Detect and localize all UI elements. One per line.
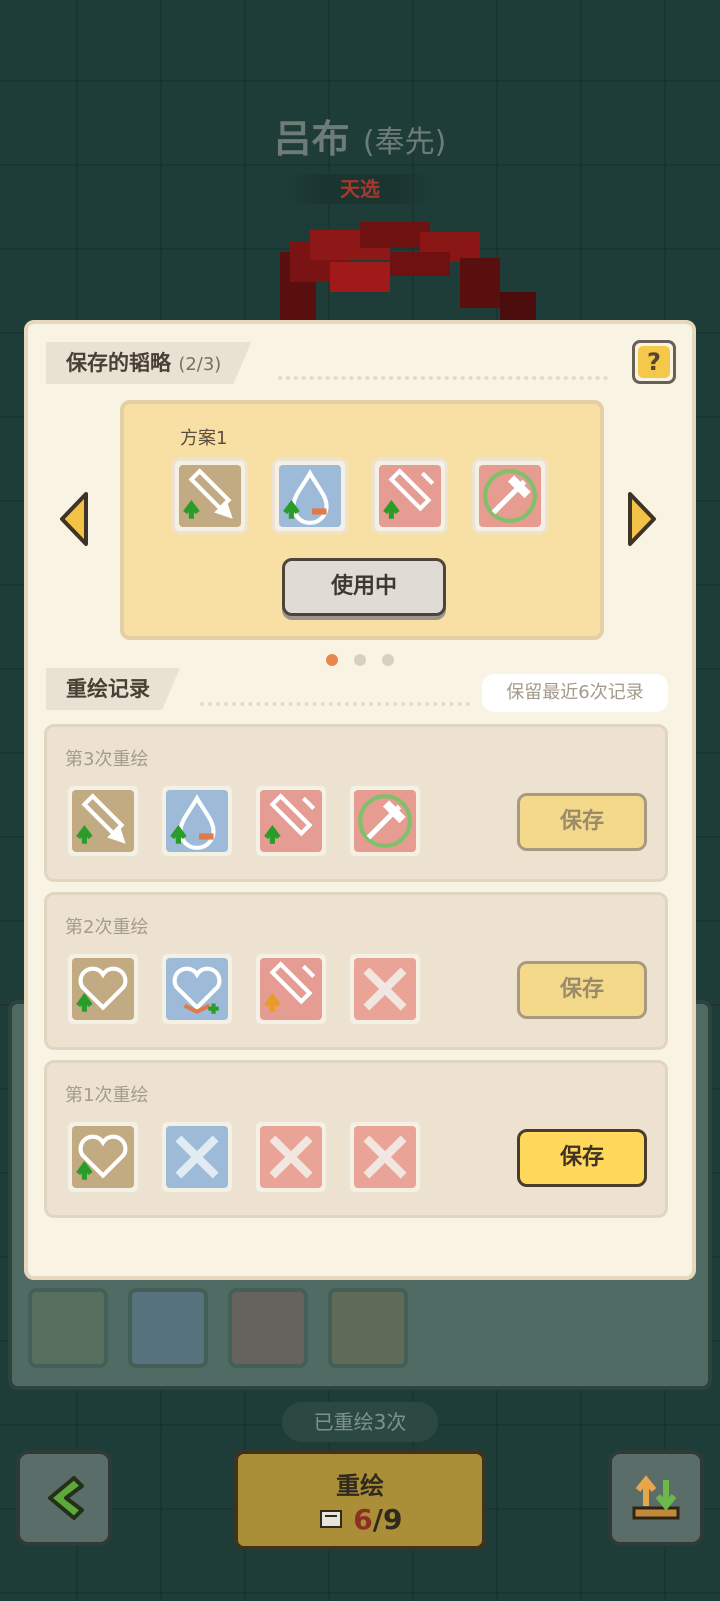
sword-red-upgrade-icon (379, 465, 441, 527)
loadout-slot (328, 1288, 408, 1368)
redraw-count: 已重绘3次 (282, 1402, 438, 1442)
plan-slot[interactable] (172, 458, 248, 534)
scroll-icon (319, 1510, 342, 1528)
record-slot[interactable] (347, 951, 423, 1027)
sword-upgrade-icon (72, 790, 134, 852)
help-button[interactable]: ? (632, 340, 676, 384)
record-slot[interactable] (159, 1119, 235, 1195)
loadout-slot (128, 1288, 208, 1368)
heart-upgrade-icon (72, 958, 134, 1020)
chevron-left-icon (48, 1476, 84, 1520)
divider (278, 376, 608, 380)
divider (200, 702, 470, 706)
page-dot[interactable] (382, 654, 394, 666)
plan-slot[interactable] (372, 458, 448, 534)
save-button[interactable]: 保存 (517, 793, 647, 851)
sword-red-upgrade-icon (260, 790, 322, 852)
saved-title-text: 保存的韬略 (66, 351, 171, 375)
redraw-record: 第3次重绘 保存 (44, 724, 668, 882)
crossed-swords-icon (354, 1126, 416, 1188)
record-slot[interactable] (253, 1119, 329, 1195)
hero-name: 吕布 (奉先) (0, 108, 720, 163)
page-dot[interactable] (326, 654, 338, 666)
redraw-total: /9 (372, 1503, 403, 1536)
record-slot[interactable] (65, 951, 141, 1027)
record-title: 第3次重绘 (65, 749, 149, 770)
back-button[interactable] (16, 1450, 112, 1546)
prev-plan-button[interactable] (56, 490, 92, 548)
next-plan-button[interactable] (624, 490, 660, 548)
record-slot[interactable] (65, 783, 141, 859)
record-slot[interactable] (65, 1119, 141, 1195)
record-slot[interactable] (159, 951, 235, 1027)
redraw-button-label: 重绘 (336, 1472, 384, 1500)
loadout-slot (28, 1288, 108, 1368)
redraw-cost: 6/9 (238, 1503, 482, 1536)
hero-name-text: 吕布 (273, 117, 350, 161)
plan-slot[interactable] (272, 458, 348, 534)
sword-red-orange-icon (260, 958, 322, 1020)
plan-card: 方案1 使用中 (120, 400, 604, 640)
hero-alias: (奉先) (362, 125, 447, 160)
records-section-title: 重绘记录 (46, 668, 180, 710)
swap-button[interactable] (608, 1450, 704, 1546)
hero-sprite (280, 222, 536, 332)
crossed-swords-icon (354, 958, 416, 1020)
crossed-swords-icon (166, 1126, 228, 1188)
in-use-button[interactable]: 使用中 (282, 558, 446, 616)
heart-plus-icon (166, 958, 228, 1020)
plan-name: 方案1 (180, 428, 228, 449)
saved-count: (2/3) (178, 354, 222, 375)
water-upgrade-icon (279, 465, 341, 527)
saved-section-title: 保存的韬略 (2/3) (46, 342, 251, 384)
record-slot[interactable] (253, 951, 329, 1027)
record-slot[interactable] (159, 783, 235, 859)
page-dot[interactable] (354, 654, 366, 666)
record-title: 第1次重绘 (65, 1085, 149, 1106)
save-button[interactable]: 保存 (517, 1129, 647, 1187)
keep-records-note: 保留最近6次记录 (482, 674, 668, 712)
save-button[interactable]: 保存 (517, 961, 647, 1019)
redraw-record: 第2次重绘 保存 (44, 892, 668, 1050)
crossed-swords-icon (260, 1126, 322, 1188)
question-icon: ? (638, 346, 670, 378)
swap-arrows-icon (632, 1475, 680, 1520)
record-slot[interactable] (347, 1119, 423, 1195)
axe-icon (479, 465, 541, 527)
redraw-used: 6 (353, 1503, 373, 1536)
redraw-button[interactable]: 重绘 6/9 (234, 1450, 486, 1550)
water-upgrade-icon (166, 790, 228, 852)
redraw-record: 第1次重绘 保存 (44, 1060, 668, 1218)
hero-tag: 天选 (284, 174, 436, 204)
plan-slot[interactable] (472, 458, 548, 534)
sword-upgrade-icon (179, 465, 241, 527)
heart-upgrade-icon (72, 1126, 134, 1188)
record-title: 第2次重绘 (65, 917, 149, 938)
loadout-slot (228, 1288, 308, 1368)
page-indicator (326, 654, 394, 666)
record-slot[interactable] (253, 783, 329, 859)
strategy-modal: 保存的韬略 (2/3) ? 方案1 使用中 重绘记录 保留最近6次记录 第3次重… (24, 320, 696, 1280)
record-slot[interactable] (347, 783, 423, 859)
axe-icon (354, 790, 416, 852)
records-title-text: 重绘记录 (66, 677, 150, 701)
